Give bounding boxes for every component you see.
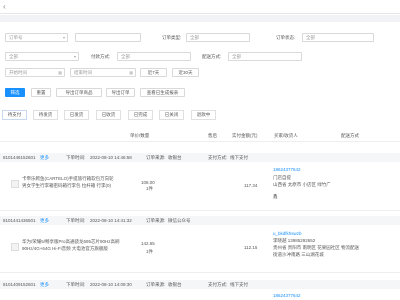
order-source-label: 订单来源: (146, 155, 166, 160)
buyer-phone-link[interactable]: 18624377642 (273, 167, 301, 173)
top-bar: ‹ (0, 0, 400, 14)
start-time-input[interactable]: 开始时间 ▦ (5, 68, 65, 77)
region-value: 全部 (9, 54, 18, 59)
order-header-row (0, 280, 400, 289)
receiver-name-phone: 李晓越 13985292652 (273, 238, 316, 243)
quantity: 1件 (146, 186, 154, 191)
calendar-icon: ▦ (58, 70, 62, 75)
order-status-value: 全部 (306, 35, 315, 40)
order-type-select[interactable]: 全部 (186, 33, 250, 42)
order-source-label: 订单来源: (146, 218, 166, 223)
more-link[interactable]: 更多 (40, 280, 49, 289)
delivery-method: 物流配送 (341, 245, 359, 250)
col-buyer: 买家/收货人 (274, 133, 298, 138)
row-divider (0, 272, 400, 273)
col-paid-amount: 实付金额(元) (232, 133, 258, 138)
delivery-method-select[interactable]: 全部 (228, 52, 302, 61)
pay-method-value: 全部 (121, 54, 130, 59)
product-title-line1[interactable]: 卡帝乐鳄鱼(CARTELO)手提旅行箱软包万向轮 (22, 176, 114, 182)
tab-shipped[interactable]: 已发货 (64, 110, 89, 120)
receiver-address: 山西省 太原市 小店区 绿竹广 (273, 182, 331, 187)
tab-refunding[interactable]: 退款中 (191, 110, 216, 120)
pay-method: 线下支付 (230, 282, 248, 287)
order-time-label: 下单时间: (66, 218, 86, 223)
last-7-days-button[interactable]: 近7天 (140, 68, 167, 77)
top-divider-band (0, 15, 400, 22)
order-time: 2022-08-10 14:41:32 (90, 218, 132, 223)
order-status-label: 订单状态: (276, 35, 296, 40)
last-30-days-button[interactable]: 近30天 (172, 68, 199, 77)
order-no-placeholder: 订单号 (9, 35, 23, 40)
order-status-select[interactable]: 全部 (302, 33, 374, 42)
region-select[interactable]: 全部 ▾ (5, 52, 79, 61)
tab-pending-shipment[interactable]: 待发货 (33, 110, 58, 120)
pay-method-label: 支付方式: (208, 155, 228, 160)
order-header-row (0, 153, 400, 162)
start-time-placeholder: 开始时间 (9, 70, 27, 75)
keyword-input[interactable] (75, 33, 141, 42)
end-time-placeholder: 结束时间 (74, 70, 92, 75)
pay-method-label: 付款方式: (91, 54, 111, 59)
product-title-line2[interactable]: 男女学生行李箱密码箱行李包 拉杆箱 行李(0) (22, 183, 111, 189)
receiver-name: 门店自提 (273, 175, 291, 180)
table-header (0, 130, 400, 142)
order-number: 8101441436501 (3, 218, 36, 223)
col-after-sales: 售后 (208, 133, 217, 138)
export-orders-button[interactable]: 导出订单 (106, 88, 135, 97)
order-time: 2022-08-10 14:46:58 (90, 155, 132, 160)
order-source: 微信公众号 (168, 218, 191, 223)
buyer-id-link[interactable]: u_bkdfkhswzb (273, 231, 302, 237)
order-number: 8101409152601 (3, 282, 36, 287)
unit-price: 142.65 (141, 241, 155, 246)
product-title-line2[interactable]: 90Hz/4G+64G Hi-Fi音频 大电池官方旗舰版 (22, 246, 108, 252)
col-delivery: 配送方式 (341, 133, 359, 138)
order-number: 8101446152601 (3, 155, 36, 160)
order-header-row (0, 216, 400, 225)
product-thumbnail[interactable] (11, 180, 19, 188)
paid-amount: 117.34 (244, 183, 258, 188)
chevron-down-icon: ▾ (73, 54, 76, 59)
delivery-method-label: 配送方式: (202, 54, 222, 59)
pay-method-select[interactable]: 全部 (117, 52, 191, 61)
tab-closed[interactable]: 已关闭 (159, 110, 184, 120)
receiver-address-cont: 鑫 (273, 194, 278, 199)
order-time-label: 下单时间: (66, 282, 86, 287)
tab-completed[interactable]: 已完成 (128, 110, 153, 120)
product-thumbnail[interactable] (11, 243, 19, 251)
tab-received[interactable]: 已收货 (96, 110, 121, 120)
end-time-input[interactable]: 结束时间 ▦ (70, 68, 136, 77)
col-price-qty: 单价/数量 (130, 133, 150, 138)
product-title-line1[interactable]: 华为/荣耀5/畅享版Pro高通骁龙695芯片90Hz高刷 (22, 239, 120, 245)
delivery-method-value: 全部 (232, 54, 241, 59)
export-items-button[interactable]: 导出订单商品 (56, 88, 102, 97)
more-link[interactable]: 更多 (40, 216, 49, 225)
order-time: 2022-08-10 14:09:30 (90, 282, 132, 287)
view-reports-button[interactable]: 查看已生成报表 (140, 88, 185, 97)
tab-pending-payment[interactable]: 待支付 (2, 110, 27, 120)
back-arrow-icon[interactable]: ‹ (3, 2, 6, 11)
reset-button[interactable]: 重置 (31, 88, 51, 97)
row-divider (0, 210, 400, 211)
order-source-label: 订单来源: (146, 282, 166, 287)
order-type-label: 订单类型: (162, 35, 182, 40)
pay-method: 线下支付 (230, 155, 248, 160)
order-source: 收银台 (168, 155, 182, 160)
calendar-icon: ▦ (129, 70, 133, 75)
paid-amount: 112.15 (244, 245, 258, 250)
order-source: 收银台 (168, 282, 182, 287)
search-button[interactable]: 筛选 (5, 88, 25, 97)
order-type-value: 全部 (190, 35, 199, 40)
pay-method-label: 支付方式: (208, 282, 228, 287)
quantity: 1件 (146, 249, 154, 254)
order-time-label: 下单时间: (66, 155, 86, 160)
receiver-address: 贵州省 贵阳市 南明区 花果园社区 (273, 245, 340, 250)
receiver-address-cont: 街道沙冲南路 三山湖花城 (273, 252, 324, 257)
buyer-phone-link[interactable]: 18624377642 (273, 293, 301, 299)
order-no-input[interactable]: 订单号 ▾ (5, 33, 68, 42)
more-link[interactable]: 更多 (40, 153, 49, 162)
chevron-down-icon: ▾ (62, 35, 65, 40)
